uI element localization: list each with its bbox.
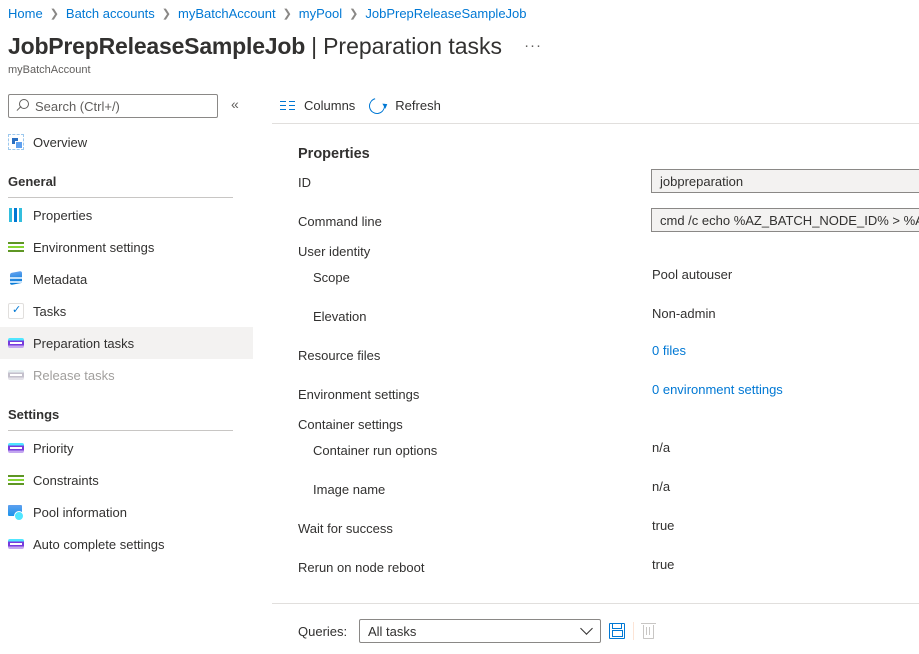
columns-button[interactable]: Columns: [280, 98, 355, 113]
sidebar-item-pool-information[interactable]: Pool information: [0, 496, 253, 528]
page-title: JobPrepReleaseSampleJob | Preparation ta…: [8, 33, 542, 60]
container-run-options-label: Container run options: [313, 443, 438, 458]
elevation-value: Non-admin: [652, 306, 716, 321]
sidebar-item-label: Metadata: [33, 271, 88, 287]
environment-settings-icon: [8, 239, 24, 255]
sidebar-item-tasks[interactable]: Tasks: [0, 295, 253, 327]
release-tasks-icon: [8, 367, 24, 383]
breadcrumb: Home ❯ Batch accounts ❯ myBatchAccount ❯…: [8, 6, 527, 21]
sidebar-item-auto-complete-settings[interactable]: Auto complete settings: [0, 528, 253, 560]
environment-settings-link[interactable]: 0 environment settings: [652, 382, 783, 397]
environment-settings-label: Environment settings: [298, 387, 420, 402]
toolbar-separator: [633, 622, 634, 640]
queries-selected-value: All tasks: [368, 623, 417, 639]
command-line-label: Command line: [298, 214, 382, 229]
user-identity-label: User identity: [298, 244, 371, 259]
elevation-label: Elevation: [313, 309, 367, 324]
blade-name: Preparation tasks: [323, 33, 503, 59]
breadcrumb-home[interactable]: Home: [8, 6, 43, 21]
queries-label: Queries:: [298, 624, 348, 639]
overview-icon: [8, 134, 24, 150]
image-name-label: Image name: [313, 482, 386, 497]
more-options-button[interactable]: ···: [524, 37, 542, 54]
chevron-right-icon: ❯: [349, 8, 359, 20]
sidebar-item-label: Tasks: [33, 303, 67, 319]
sidebar-item-label: Overview: [33, 134, 88, 150]
search-icon: [15, 99, 29, 113]
resource-files-label: Resource files: [298, 348, 381, 363]
scope-value: Pool autouser: [652, 267, 733, 282]
sidebar-item-priority[interactable]: Priority: [0, 432, 253, 464]
container-settings-label: Container settings: [298, 417, 403, 432]
priority-icon: [8, 440, 24, 456]
sidebar-item-label: Pool information: [33, 504, 127, 520]
divider: [272, 603, 919, 604]
rerun-on-node-reboot-value: true: [652, 557, 675, 572]
title-separator: |: [311, 33, 318, 59]
breadcrumb-pool[interactable]: myPool: [299, 6, 342, 21]
properties-heading: Properties: [298, 146, 370, 162]
tasks-icon: [8, 303, 24, 319]
chevron-right-icon: ❯: [49, 8, 59, 20]
chevron-down-icon: [580, 622, 593, 635]
id-label: ID: [298, 175, 311, 190]
breadcrumb-batch-account[interactable]: myBatchAccount: [178, 6, 276, 21]
sidebar: « Overview General Properties Environmen…: [0, 88, 253, 654]
properties-icon: [8, 207, 24, 223]
section-general: General: [8, 174, 57, 189]
collapse-sidebar-button[interactable]: «: [231, 96, 239, 112]
rerun-on-node-reboot-label: Rerun on node reboot: [298, 560, 425, 575]
sidebar-item-label: Release tasks: [33, 367, 115, 383]
wait-for-success-value: true: [652, 518, 675, 533]
breadcrumb-batch-accounts[interactable]: Batch accounts: [66, 6, 155, 21]
sidebar-item-label: Constraints: [33, 472, 99, 488]
constraints-icon: [8, 472, 24, 488]
chevron-right-icon: ❯: [282, 8, 292, 20]
refresh-icon: [366, 94, 389, 117]
columns-label: Columns: [304, 98, 356, 113]
metadata-icon: [8, 271, 24, 287]
preparation-tasks-icon: [8, 335, 24, 351]
section-divider: [8, 197, 233, 198]
sidebar-item-label: Properties: [33, 207, 93, 223]
resource-files-link[interactable]: 0 files: [652, 343, 686, 358]
command-line-field[interactable]: cmd /c echo %AZ_BATCH_NODE_ID% > %AZ_BAT…: [651, 208, 919, 232]
sidebar-item-label: Preparation tasks: [33, 335, 135, 351]
refresh-label: Refresh: [395, 98, 441, 113]
save-icon[interactable]: [609, 623, 625, 639]
columns-icon: [280, 100, 296, 112]
wait-for-success-label: Wait for success: [298, 521, 393, 536]
search-box[interactable]: [8, 94, 218, 118]
sidebar-item-properties[interactable]: Properties: [0, 199, 253, 231]
sidebar-item-release-tasks: Release tasks: [0, 359, 253, 391]
sidebar-item-label: Environment settings: [33, 239, 155, 255]
sidebar-item-environment-settings[interactable]: Environment settings: [0, 231, 253, 263]
job-name: JobPrepReleaseSampleJob: [8, 33, 306, 59]
search-input[interactable]: [35, 98, 205, 114]
sidebar-item-overview[interactable]: Overview: [0, 126, 253, 158]
main-content: Columns Refresh Properties ID jobprepara…: [272, 88, 919, 654]
section-settings: Settings: [8, 407, 60, 422]
sidebar-item-metadata[interactable]: Metadata: [0, 263, 253, 295]
auto-complete-settings-icon: [8, 536, 24, 552]
pool-information-icon: [8, 504, 24, 521]
queries-dropdown[interactable]: All tasks: [359, 619, 601, 643]
delete-icon: [641, 623, 656, 639]
breadcrumb-job[interactable]: JobPrepReleaseSampleJob: [365, 6, 526, 21]
sidebar-item-preparation-tasks[interactable]: Preparation tasks: [0, 327, 253, 359]
sidebar-item-label: Auto complete settings: [33, 536, 165, 552]
id-field[interactable]: jobpreparation: [651, 169, 919, 193]
refresh-button[interactable]: Refresh: [366, 94, 441, 117]
page-subtitle: myBatchAccount: [8, 64, 91, 76]
section-divider: [8, 430, 233, 431]
image-name-value: n/a: [652, 479, 671, 494]
chevron-right-icon: ❯: [161, 8, 172, 20]
toolbar: Columns Refresh: [272, 88, 919, 124]
sidebar-item-constraints[interactable]: Constraints: [0, 464, 253, 496]
container-run-options-value: n/a: [652, 440, 671, 455]
scope-label: Scope: [313, 270, 350, 285]
sidebar-item-label: Priority: [33, 440, 74, 456]
